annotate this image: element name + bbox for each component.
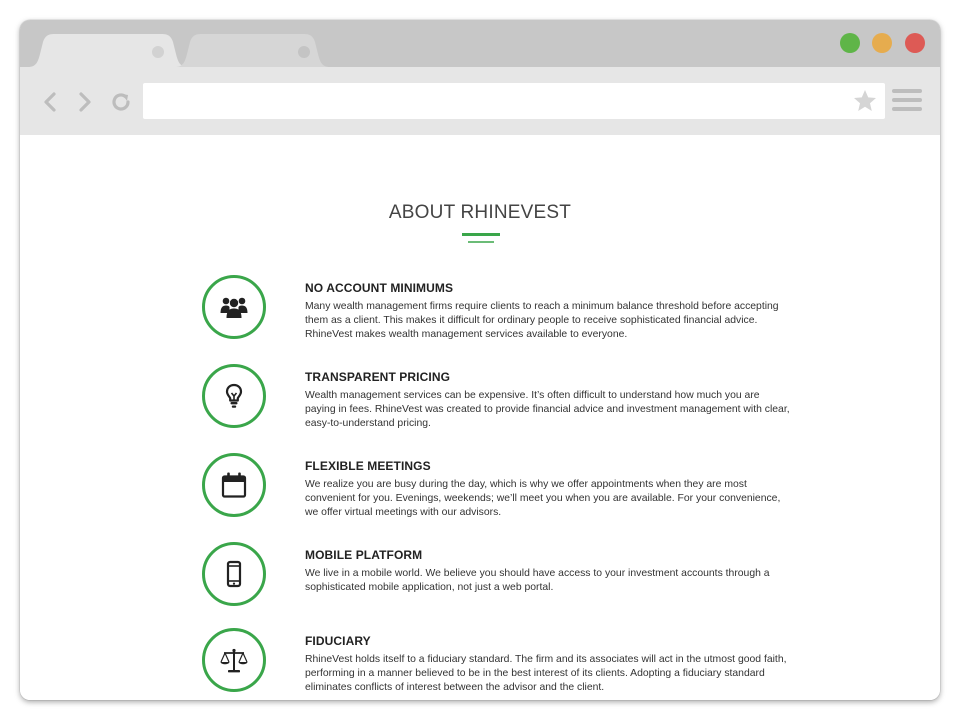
browser-tab-active[interactable] [28, 34, 188, 67]
back-button[interactable] [38, 89, 64, 115]
lightbulb-icon [225, 383, 243, 408]
tab-favicon-dot [152, 46, 164, 58]
hamburger-icon-bar [892, 98, 922, 102]
calendar-icon [221, 472, 247, 498]
feature-icon-circle [202, 453, 266, 517]
title-underline-secondary [468, 241, 494, 243]
hamburger-icon-bar [892, 107, 922, 111]
reload-icon [112, 93, 130, 111]
feature-icon-circle [202, 628, 266, 692]
page-title: ABOUT RHINEVEST [388, 202, 572, 223]
scales-icon [220, 648, 248, 673]
browser-toolbar [20, 67, 940, 135]
feature-title: FLEXIBLE MEETINGS [305, 459, 431, 473]
browser-window: ABOUT RHINEVEST NO ACCOUNT MINIMUMS Many… [20, 20, 940, 700]
maximize-window-button[interactable] [840, 33, 860, 53]
page-content: ABOUT RHINEVEST NO ACCOUNT MINIMUMS Many… [20, 135, 940, 700]
feature-icon-circle [202, 364, 266, 428]
feature-icon-circle [202, 275, 266, 339]
browser-tab-inactive[interactable] [175, 34, 330, 67]
reload-button[interactable] [108, 89, 134, 115]
close-window-button[interactable] [905, 33, 925, 53]
feature-description: We realize you are busy during the day, … [305, 479, 781, 518]
feature-icon-circle [202, 542, 266, 606]
feature-title: MOBILE PLATFORM [305, 548, 423, 562]
mobile-phone-icon [226, 560, 242, 588]
tab-favicon-dot [298, 46, 310, 58]
feature-title: FIDUCIARY [305, 634, 371, 648]
title-underline [462, 233, 500, 236]
minimize-window-button[interactable] [872, 33, 892, 53]
forward-button[interactable] [71, 89, 97, 115]
tab-shape [28, 34, 188, 67]
feature-description: Wealth management services can be expens… [305, 390, 790, 429]
star-icon[interactable] [851, 87, 879, 115]
forward-icon [79, 92, 91, 112]
feature-title: TRANSPARENT PRICING [305, 370, 451, 384]
feature-description: Many wealth management firms require cli… [305, 301, 779, 340]
hamburger-icon [892, 89, 922, 93]
feature-description: We live in a mobile world. We believe yo… [305, 568, 770, 593]
tab-strip [20, 20, 940, 67]
browser-menu-button[interactable] [892, 89, 922, 115]
feature-title: NO ACCOUNT MINIMUMS [305, 281, 454, 295]
back-icon [44, 92, 56, 112]
address-bar[interactable] [143, 83, 885, 119]
feature-description: RhineVest holds itself to a fiduciary st… [305, 654, 787, 693]
group-icon [220, 297, 248, 318]
